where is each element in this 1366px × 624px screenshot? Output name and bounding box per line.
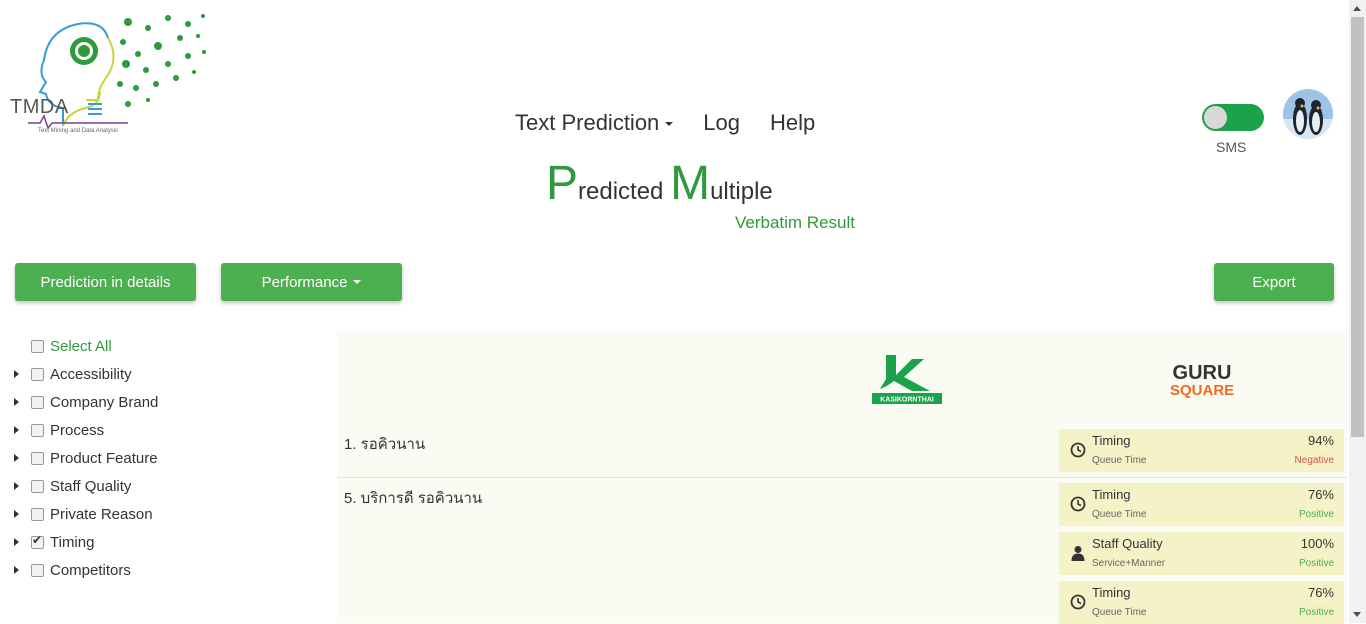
clock-icon xyxy=(1070,442,1086,458)
expand-arrow-icon[interactable] xyxy=(14,510,19,518)
guru-square-logo: GURU SQUARE xyxy=(1170,363,1234,398)
expand-arrow-icon[interactable] xyxy=(14,398,19,406)
title-m-rest: ultiple xyxy=(710,178,773,205)
tree-select-all[interactable]: Select All xyxy=(10,332,158,360)
clock-icon xyxy=(1070,594,1086,610)
tmda-logo[interactable]: TMDA Text Mining and Data Analysis xyxy=(8,8,213,138)
tree-item-staff-quality[interactable]: Staff Quality xyxy=(10,472,158,500)
prediction-details-button[interactable]: Prediction in details xyxy=(15,263,196,301)
sms-label: SMS xyxy=(1216,139,1247,155)
card-percent: 94% xyxy=(1307,433,1334,448)
tree-item-product-feature[interactable]: Product Feature xyxy=(10,444,158,472)
card-category: Timing xyxy=(1092,433,1131,448)
result-divider xyxy=(337,477,1347,478)
logo-title: TMDA xyxy=(10,96,69,118)
scrollbar-thumb[interactable] xyxy=(1351,17,1364,437)
page-title: Predicted Multiple xyxy=(546,160,773,208)
card-sentiment: Positive xyxy=(1298,509,1334,520)
prediction-card: Timing Queue Time 94% Negative xyxy=(1059,429,1344,472)
expand-arrow-icon[interactable] xyxy=(14,482,19,490)
guru-top-text: GURU xyxy=(1172,362,1232,384)
avatar[interactable] xyxy=(1283,89,1333,139)
card-sentiment: Positive xyxy=(1298,558,1334,569)
title-p-initial: P xyxy=(546,157,579,210)
tree-item-private-reason[interactable]: Private Reason xyxy=(10,500,158,528)
result-text: 1. รอคิวนาน xyxy=(344,436,426,453)
person-icon xyxy=(1071,546,1085,561)
clock-icon xyxy=(1070,496,1086,512)
results-panel: KASIKORNTHAI GURU SQUARE 1. รอคิวนาน Tim… xyxy=(337,331,1347,624)
tree-item-label: Company Brand xyxy=(50,393,159,411)
card-subcategory: Queue Time xyxy=(1092,607,1147,618)
nav-text-prediction-label: Text Prediction xyxy=(515,110,660,135)
tree-item-label: Accessibility xyxy=(50,365,132,383)
card-percent: 76% xyxy=(1307,585,1334,600)
category-tree: Select All Accessibility Company Brand P… xyxy=(10,332,158,584)
tree-item-company-brand[interactable]: Company Brand xyxy=(10,388,158,416)
export-button[interactable]: Export xyxy=(1214,263,1334,301)
tree-checkbox[interactable] xyxy=(31,451,44,465)
select-all-checkbox[interactable] xyxy=(31,339,44,353)
scroll-up-arrow-icon[interactable] xyxy=(1353,6,1361,11)
prediction-card: Timing Queue Time 76% Positive xyxy=(1059,483,1344,526)
kasikorn-logo: KASIKORNTHAI xyxy=(872,353,942,405)
title-p-rest: redicted xyxy=(578,178,671,205)
performance-label: Performance xyxy=(261,273,348,291)
logo-tagline: Text Mining and Data Analysis xyxy=(38,128,119,134)
card-sentiment: Negative xyxy=(1294,455,1334,466)
expand-arrow-icon[interactable] xyxy=(14,370,19,378)
select-all-label: Select All xyxy=(50,337,112,355)
card-percent: 100% xyxy=(1300,536,1334,551)
expand-arrow-icon[interactable] xyxy=(14,566,19,574)
tree-checkbox[interactable] xyxy=(31,423,44,437)
expand-arrow-icon[interactable] xyxy=(14,538,19,546)
tree-checkbox[interactable] xyxy=(31,507,44,521)
page-scrollbar[interactable] xyxy=(1349,0,1366,623)
tree-item-competitors[interactable]: Competitors xyxy=(10,556,158,584)
caret-down-icon xyxy=(353,280,362,284)
tree-item-label: Process xyxy=(50,421,105,439)
toggle-knob xyxy=(1204,106,1227,129)
tree-item-accessibility[interactable]: Accessibility xyxy=(10,360,158,388)
sms-toggle[interactable] xyxy=(1202,104,1264,131)
kasikorn-k-icon: KASIKORNTHAI xyxy=(872,355,942,404)
tree-checkbox-checked[interactable] xyxy=(31,533,44,549)
nav-text-prediction[interactable]: Text Prediction xyxy=(515,110,674,136)
nav-log[interactable]: Log xyxy=(703,110,740,136)
result-text: 5. บริการดี รอคิวนาน xyxy=(344,490,483,507)
tree-item-label: Competitors xyxy=(50,561,131,579)
card-subcategory: Service+Manner xyxy=(1092,558,1166,569)
prediction-card: Timing Queue Time 76% Positive xyxy=(1059,581,1344,624)
prediction-card: Staff Quality Service+Manner 100% Positi… xyxy=(1059,532,1344,575)
tree-item-label: Timing xyxy=(50,533,95,551)
card-category: Timing xyxy=(1092,585,1131,600)
tree-checkbox[interactable] xyxy=(31,367,44,381)
scroll-down-arrow-icon[interactable] xyxy=(1353,612,1361,617)
expand-arrow-icon[interactable] xyxy=(14,426,19,434)
tree-checkbox[interactable] xyxy=(31,563,44,577)
main-nav: Text Prediction Log Help xyxy=(515,110,815,136)
caret-down-icon xyxy=(665,122,674,127)
tree-item-process[interactable]: Process xyxy=(10,416,158,444)
title-m-initial: M xyxy=(670,157,711,210)
tree-item-label: Product Feature xyxy=(50,449,158,467)
tree-item-label: Private Reason xyxy=(50,505,153,523)
tree-checkbox[interactable] xyxy=(31,479,44,493)
performance-dropdown-button[interactable]: Performance xyxy=(221,263,402,301)
guru-bottom-text: SQUARE xyxy=(1170,382,1235,399)
avatar-image xyxy=(1283,89,1333,139)
tree-item-label: Staff Quality xyxy=(50,477,132,495)
kasikorn-wordmark: KASIKORNTHAI xyxy=(880,397,934,404)
card-percent: 76% xyxy=(1307,487,1334,502)
card-category: Staff Quality xyxy=(1092,536,1163,551)
card-sentiment: Positive xyxy=(1298,607,1334,618)
tree-checkbox[interactable] xyxy=(31,395,44,409)
card-subcategory: Queue Time xyxy=(1092,455,1147,466)
expand-arrow-icon[interactable] xyxy=(14,454,19,462)
nav-help[interactable]: Help xyxy=(770,110,815,136)
card-category: Timing xyxy=(1092,487,1131,502)
page-subtitle: Verbatim Result xyxy=(735,213,855,232)
card-subcategory: Queue Time xyxy=(1092,509,1147,520)
tree-item-timing[interactable]: Timing xyxy=(10,528,158,556)
